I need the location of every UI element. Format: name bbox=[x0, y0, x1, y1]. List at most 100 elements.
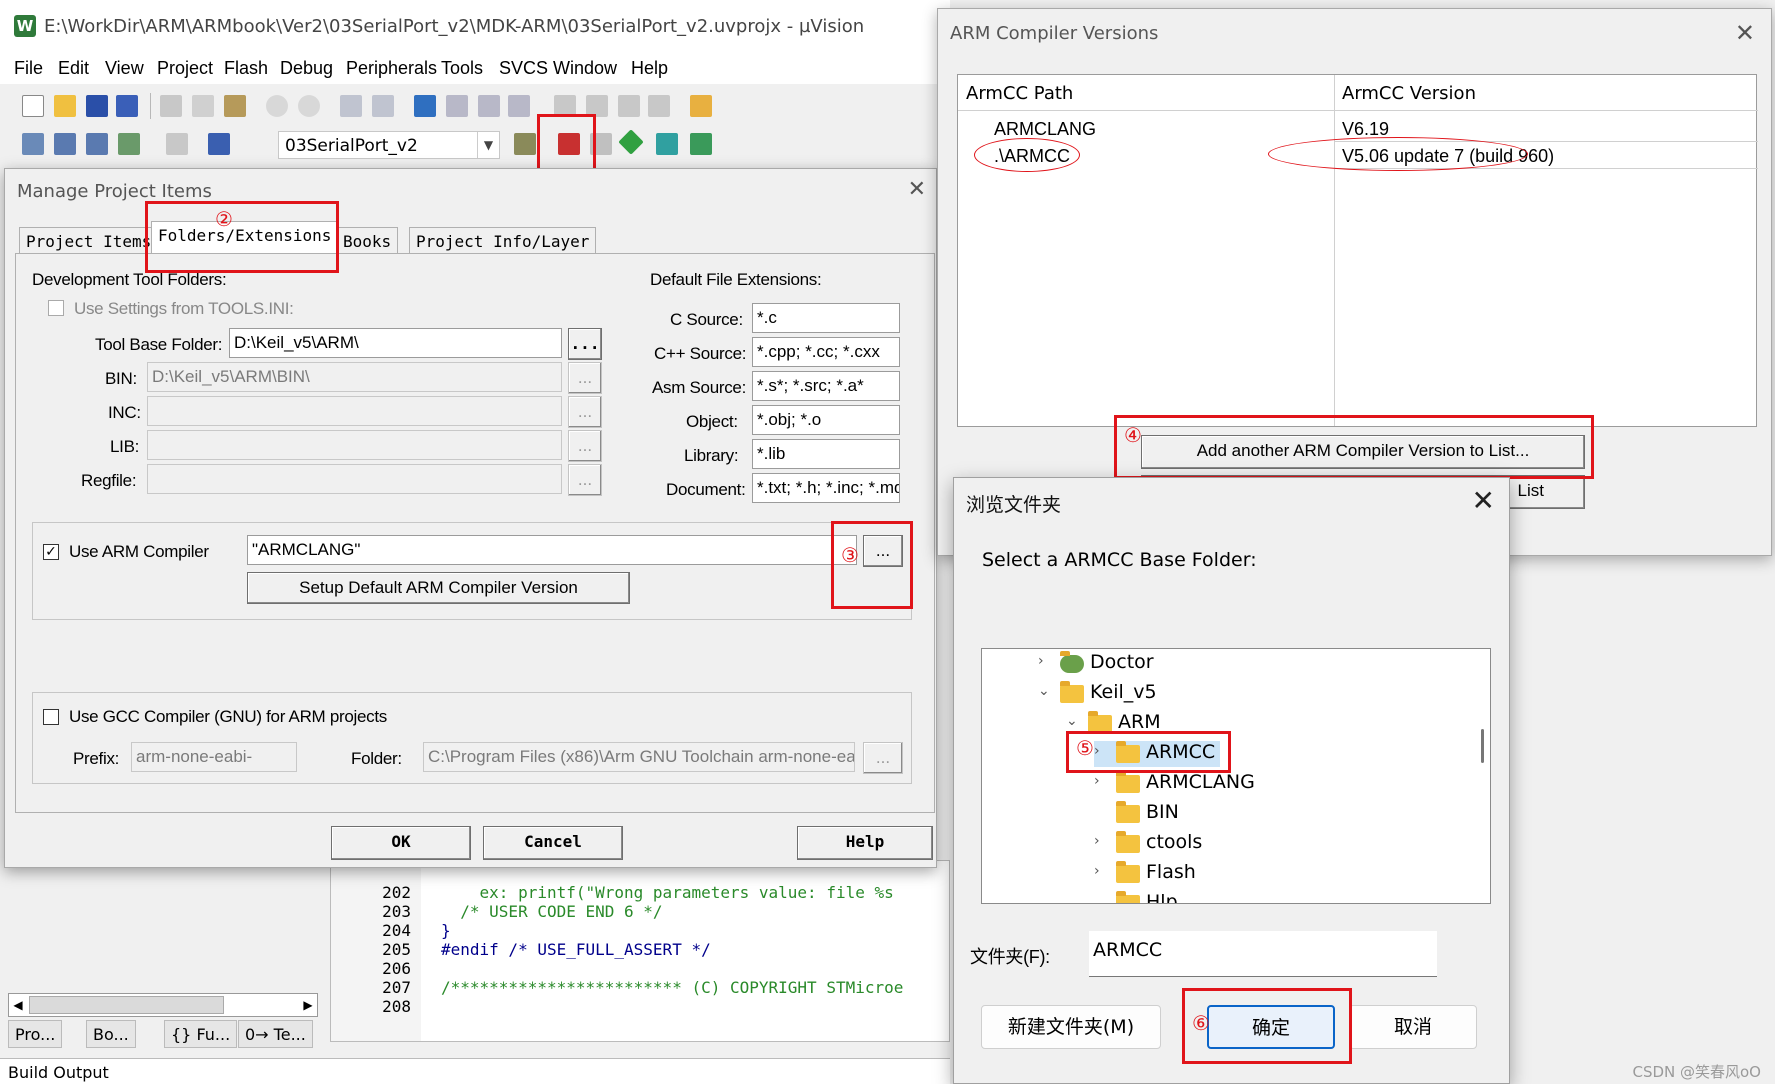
menu-view[interactable]: View bbox=[105, 58, 144, 79]
open-folder-icon[interactable] bbox=[54, 95, 76, 117]
asm-source-field[interactable]: *.s*; *.src; *.a* bbox=[752, 371, 900, 401]
menu-peripherals[interactable]: Peripherals bbox=[346, 58, 437, 79]
find-in-files-icon[interactable] bbox=[690, 95, 712, 117]
folders-extensions-panel: Development Tool Folders: Use Settings f… bbox=[15, 253, 935, 813]
comment-icon[interactable] bbox=[618, 95, 640, 117]
tool-base-field[interactable]: D:\Keil_v5\ARM\ bbox=[229, 328, 562, 358]
menu-debug[interactable]: Debug bbox=[280, 58, 333, 79]
lib-field bbox=[147, 430, 562, 460]
folder-icon bbox=[1116, 771, 1140, 793]
save-all-icon[interactable] bbox=[116, 95, 138, 117]
chevron-right-icon[interactable]: › bbox=[1094, 833, 1108, 849]
menu-flash[interactable]: Flash bbox=[224, 58, 268, 79]
menu-help[interactable]: Help bbox=[631, 58, 668, 79]
prev-bookmark-icon[interactable] bbox=[446, 95, 468, 117]
manage-rte-icon[interactable] bbox=[690, 133, 712, 155]
tool-base-browse-button[interactable]: ... bbox=[568, 328, 602, 360]
close-icon[interactable]: ✕ bbox=[1735, 19, 1755, 47]
tree-item-flash[interactable]: › Flash bbox=[1094, 861, 1394, 887]
menu-edit[interactable]: Edit bbox=[58, 58, 89, 79]
arm-compiler-field[interactable]: "ARMCLANG" bbox=[247, 535, 857, 565]
document-field[interactable]: *.txt; *.h; *.inc; *.md bbox=[752, 473, 900, 503]
new-file-icon[interactable] bbox=[22, 95, 44, 117]
menu-svcs[interactable]: SVCS bbox=[499, 58, 548, 79]
stop-build-icon[interactable] bbox=[166, 133, 188, 155]
code-line: 203 /* USER CODE END 6 */ bbox=[331, 902, 949, 921]
close-icon[interactable]: ✕ bbox=[908, 177, 926, 202]
library-field[interactable]: *.lib bbox=[752, 439, 900, 469]
options-for-target-icon[interactable] bbox=[514, 133, 536, 155]
menu-project[interactable]: Project bbox=[157, 58, 213, 79]
tab-books[interactable]: Books bbox=[336, 227, 399, 255]
chevron-right-icon[interactable]: › bbox=[1038, 653, 1052, 669]
use-tools-ini-checkbox[interactable] bbox=[48, 300, 64, 316]
cancel-button[interactable]: 取消 bbox=[1349, 1005, 1477, 1049]
copy-icon[interactable] bbox=[192, 95, 214, 117]
nav-back-icon[interactable] bbox=[340, 95, 362, 117]
scroll-right-icon[interactable]: ▶ bbox=[299, 996, 317, 1014]
tree-item-doctor[interactable]: › Doctor bbox=[1038, 651, 1338, 677]
use-gcc-checkbox[interactable] bbox=[43, 709, 59, 725]
ok-button[interactable]: OK bbox=[331, 826, 471, 860]
folder-name-input[interactable]: ARMCC bbox=[1089, 931, 1437, 977]
uncomment-icon[interactable] bbox=[648, 95, 670, 117]
redo-icon[interactable] bbox=[298, 95, 320, 117]
cancel-button[interactable]: Cancel bbox=[483, 826, 623, 860]
tree-item-bin[interactable]: BIN bbox=[1094, 801, 1394, 827]
code-editor[interactable]: 202 ex: printf("Wrong parameters value: … bbox=[330, 860, 950, 1042]
setup-default-compiler-button[interactable]: Setup Default ARM Compiler Version bbox=[247, 572, 630, 604]
tree-item-keil[interactable]: ⌄ Keil_v5 bbox=[1038, 681, 1338, 707]
project-pane-scrollbar[interactable]: ◀ ▶ bbox=[8, 993, 318, 1017]
chevron-down-icon[interactable]: ⌄ bbox=[1038, 683, 1052, 699]
rebuild-icon[interactable] bbox=[86, 133, 108, 155]
scrollbar-thumb[interactable] bbox=[29, 996, 224, 1014]
chevron-down-icon[interactable]: ⌄ bbox=[1066, 713, 1080, 729]
tab-project[interactable]: Pro... bbox=[8, 1020, 63, 1048]
close-icon[interactable]: ✕ bbox=[1472, 484, 1495, 517]
menu-window[interactable]: Window bbox=[553, 58, 617, 79]
folder-tree[interactable]: › Doctor ⌄ Keil_v5 ⌄ ARM › ARMCC › ARMCL… bbox=[981, 648, 1491, 904]
cpp-source-field[interactable]: *.cpp; *.cc; *.cxx bbox=[752, 337, 900, 367]
lib-label: LIB: bbox=[110, 437, 140, 456]
row-path-armclang[interactable]: ARMCLANG bbox=[994, 119, 1096, 140]
tab-project-items[interactable]: Project Items bbox=[19, 227, 159, 255]
download-load-icon[interactable] bbox=[208, 133, 230, 155]
next-bookmark-icon[interactable] bbox=[478, 95, 500, 117]
translate-icon[interactable] bbox=[22, 133, 44, 155]
nav-forward-icon[interactable] bbox=[372, 95, 394, 117]
menu-tools[interactable]: Tools bbox=[441, 58, 483, 79]
chevron-right-icon[interactable]: › bbox=[1094, 773, 1108, 789]
bin-label: BIN: bbox=[105, 369, 137, 388]
tree-item-armclang[interactable]: › ARMCLANG bbox=[1094, 771, 1394, 797]
c-source-field[interactable]: *.c bbox=[752, 303, 900, 333]
target-select[interactable]: 03SerialPort_v2 ▼ bbox=[278, 131, 500, 159]
save-icon[interactable] bbox=[86, 95, 108, 117]
batch-build-icon[interactable] bbox=[118, 133, 140, 155]
tab-templates[interactable]: 0→ Te... bbox=[238, 1020, 313, 1048]
build-icon[interactable] bbox=[54, 133, 76, 155]
tab-project-info-layer[interactable]: Project Info/Layer bbox=[409, 227, 597, 255]
paste-icon[interactable] bbox=[224, 95, 246, 117]
tree-item-hlp[interactable]: Hlp bbox=[1094, 891, 1394, 903]
pack-installer-icon[interactable] bbox=[618, 129, 644, 155]
select-packs-icon[interactable] bbox=[656, 133, 678, 155]
scroll-left-icon[interactable]: ◀ bbox=[9, 996, 27, 1014]
menu-file[interactable]: File bbox=[14, 58, 43, 79]
object-field[interactable]: *.obj; *.o bbox=[752, 405, 900, 435]
inc-field bbox=[147, 396, 562, 426]
chevron-right-icon[interactable]: › bbox=[1094, 863, 1108, 879]
line-text: /* USER CODE END 6 */ bbox=[441, 902, 663, 921]
folder-icon bbox=[1116, 891, 1140, 903]
tree-item-ctools[interactable]: › ctools bbox=[1094, 831, 1394, 857]
cut-icon[interactable] bbox=[160, 95, 182, 117]
tree-scrollbar-thumb[interactable] bbox=[1481, 729, 1484, 763]
help-button[interactable]: Help bbox=[797, 826, 933, 860]
code-line: 205 #endif /* USE_FULL_ASSERT */ bbox=[331, 940, 949, 959]
new-folder-button[interactable]: 新建文件夹(M) bbox=[981, 1005, 1161, 1049]
use-arm-compiler-checkbox[interactable]: ✓ bbox=[43, 544, 59, 560]
tab-functions[interactable]: {} Fu... bbox=[164, 1020, 238, 1048]
tab-books[interactable]: Bo... bbox=[86, 1020, 136, 1048]
clear-bookmarks-icon[interactable] bbox=[508, 95, 530, 117]
bookmark-icon[interactable] bbox=[414, 95, 436, 117]
undo-icon[interactable] bbox=[266, 95, 288, 117]
